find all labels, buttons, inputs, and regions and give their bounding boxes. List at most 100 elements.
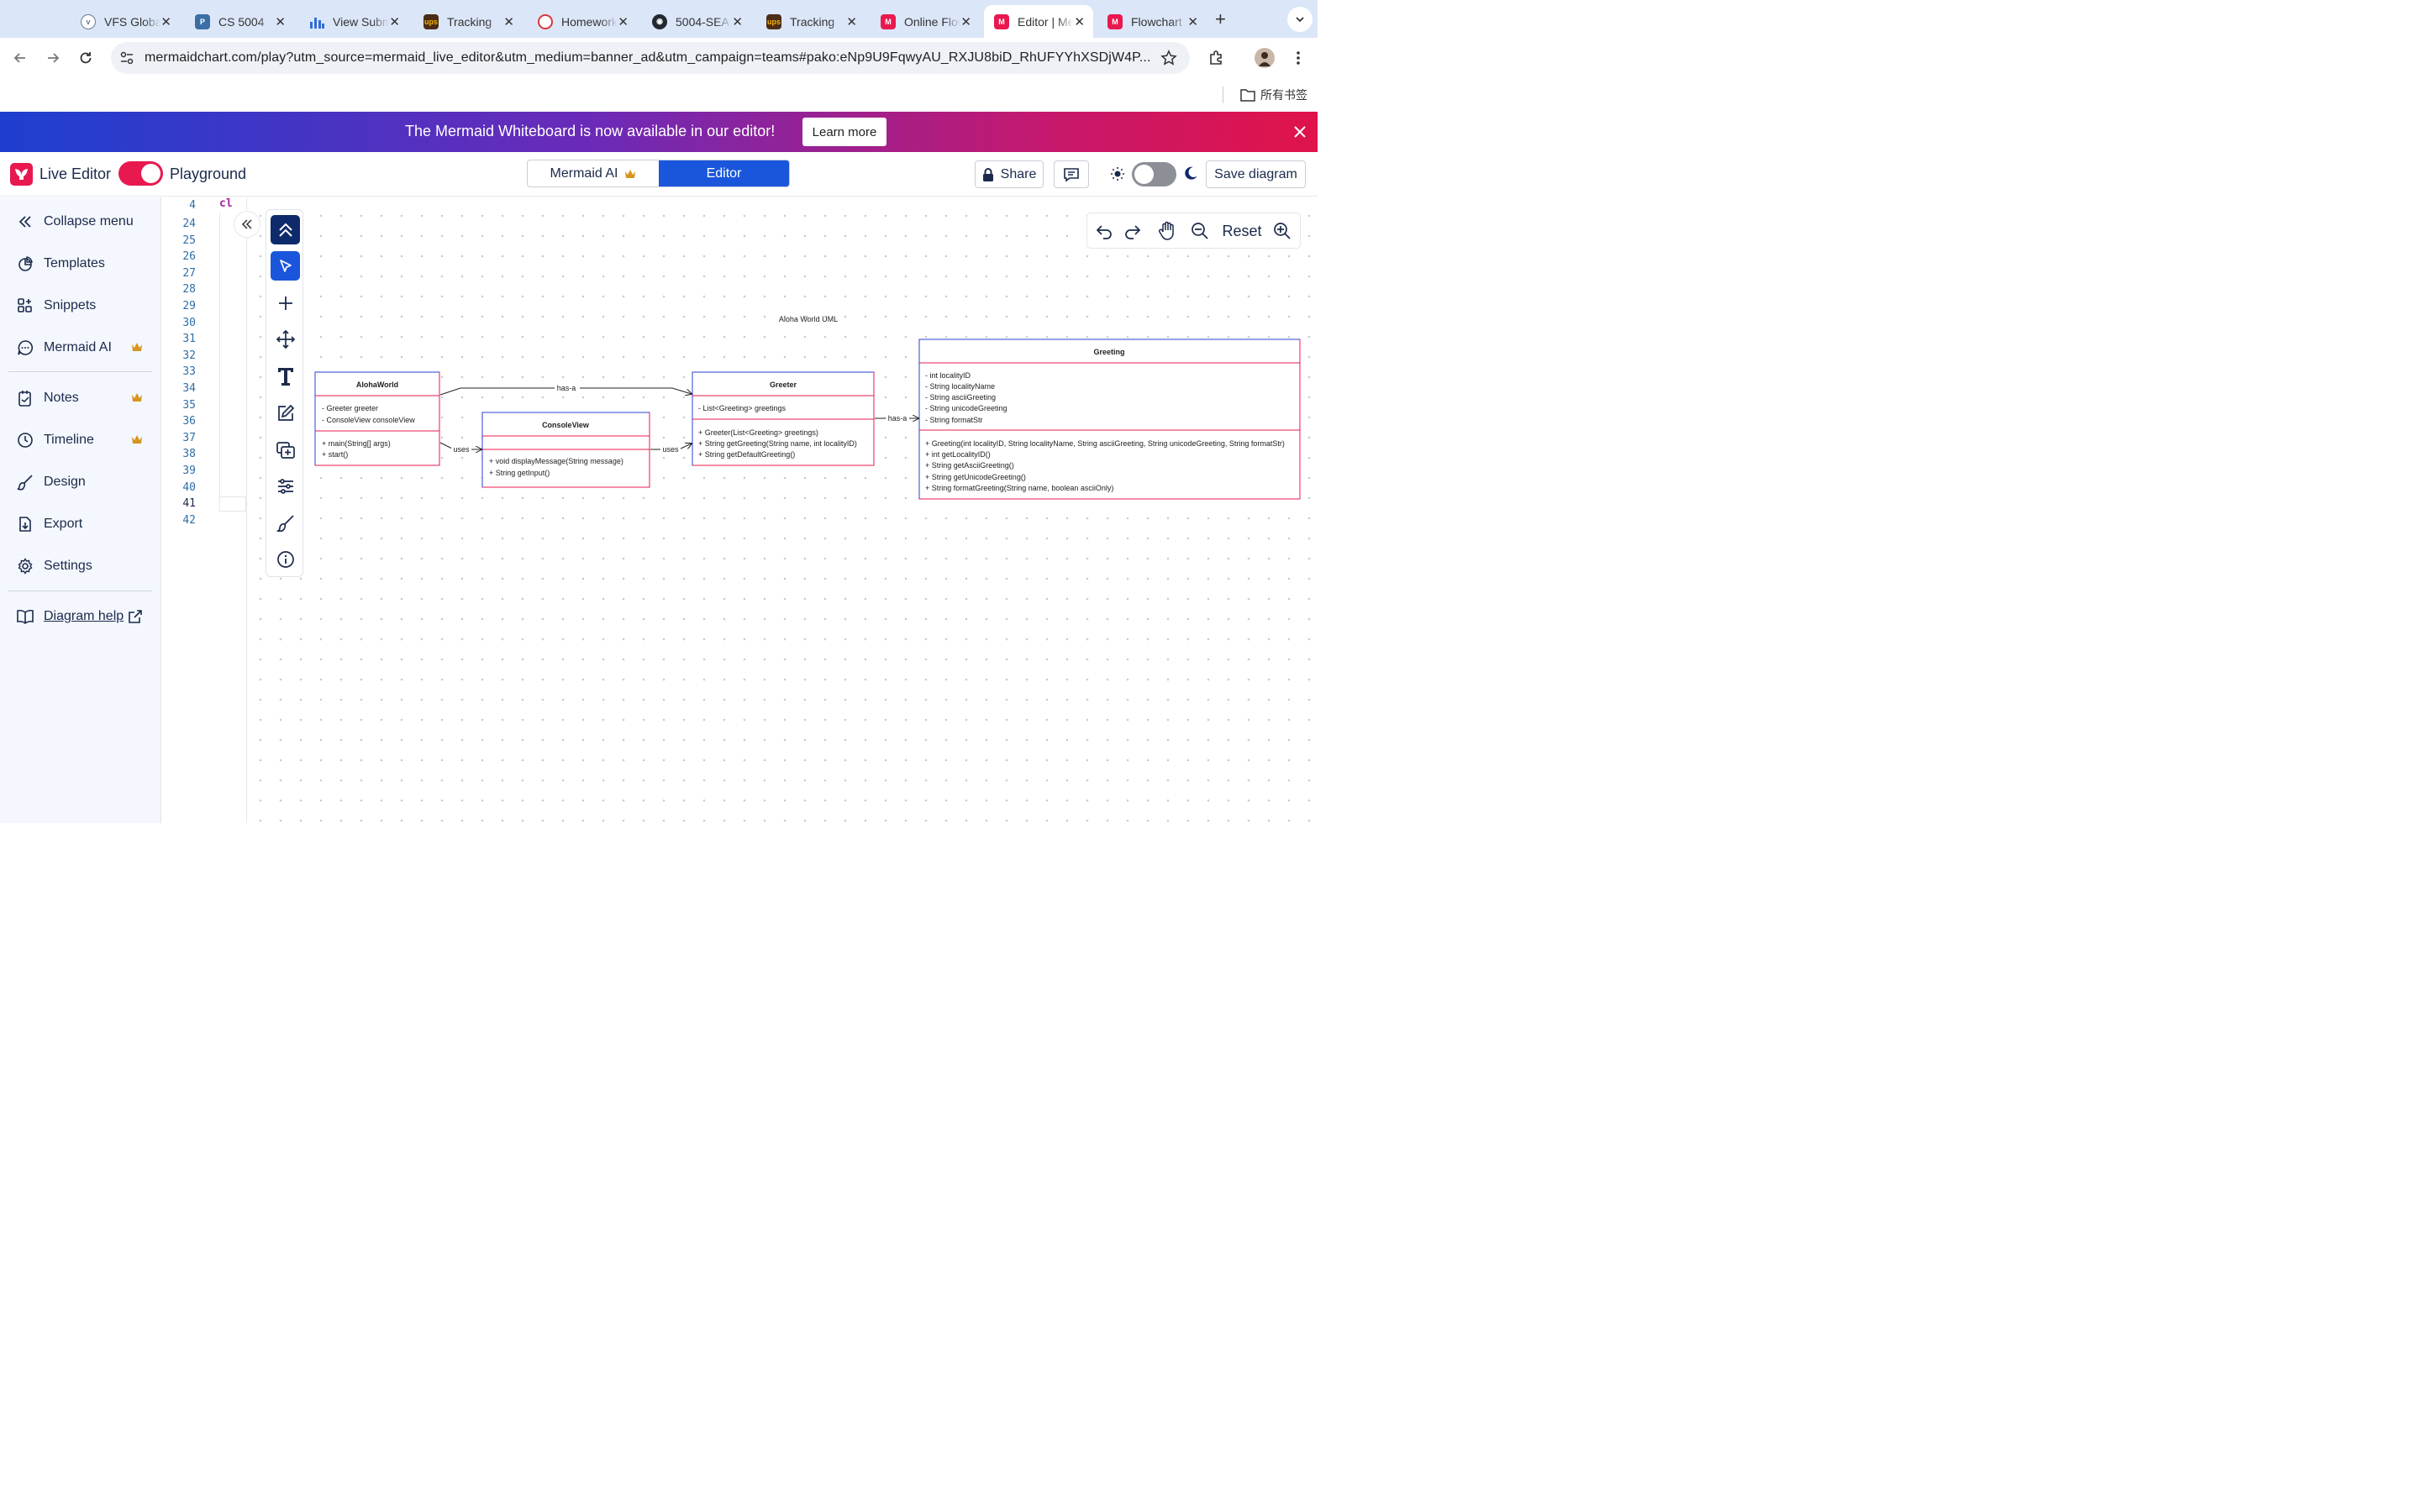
- text-tool[interactable]: [271, 361, 300, 391]
- vfs-icon: v: [81, 13, 96, 29]
- announcement-banner: The Mermaid Whiteboard is now available …: [0, 112, 1318, 152]
- browser-tab[interactable]: M Online Flowchart ✕: [871, 5, 980, 38]
- whiteboard-toolbar: [266, 209, 303, 577]
- close-icon[interactable]: ✕: [618, 14, 629, 29]
- sidebar-item-templates[interactable]: Templates: [17, 251, 151, 276]
- move-tool[interactable]: [271, 324, 300, 354]
- browser-tab[interactable]: v VFS Global ✕: [71, 5, 180, 38]
- diagram-canvas[interactable]: [247, 197, 1318, 823]
- brush-icon: [17, 475, 33, 491]
- playground-toggle[interactable]: [118, 161, 163, 186]
- close-icon[interactable]: ✕: [275, 14, 286, 29]
- select-tool[interactable]: [271, 251, 300, 281]
- zoom-out-button[interactable]: [1190, 221, 1210, 241]
- edit-tool[interactable]: [271, 398, 300, 428]
- new-tab-plus-icon[interactable]: +: [1215, 8, 1226, 30]
- close-icon[interactable]: ✕: [1074, 14, 1085, 29]
- close-icon[interactable]: ✕: [160, 14, 171, 29]
- code-editor[interactable]: 4 cl 24 25 26 27 28 29 30 31 32 33 34 35 36 37 38 39 40 4…: [162, 197, 247, 823]
- browser-tab[interactable]: ups Tracking ✕: [756, 5, 865, 38]
- sidebar-item-diagram-help[interactable]: Diagram help: [17, 604, 151, 629]
- comments-button[interactable]: [1054, 160, 1089, 188]
- mermaid-icon: M: [994, 13, 1009, 29]
- mermaid-logo-icon[interactable]: [10, 163, 33, 186]
- piazza-icon: P: [195, 13, 210, 29]
- address-bar[interactable]: mermaidchart.com/play?utm_source=mermaid…: [111, 42, 1190, 74]
- browser-tab[interactable]: Homework ✕: [528, 5, 637, 38]
- close-icon[interactable]: ✕: [846, 14, 857, 29]
- close-icon[interactable]: ✕: [960, 14, 971, 29]
- sun-icon: [1110, 166, 1125, 186]
- line-number: 26: [182, 250, 196, 264]
- line-number: 33: [182, 365, 196, 379]
- notes-icon: [18, 391, 31, 407]
- pan-button[interactable]: [1156, 221, 1178, 241]
- browser-tab[interactable]: M Flowchart ✕: [1097, 5, 1207, 38]
- browser-tab[interactable]: ◉ 5004-SEA ✕: [642, 5, 751, 38]
- browser-tab-active[interactable]: M Editor | Mermaid ✕: [984, 5, 1093, 38]
- sidebar-item-settings[interactable]: Settings: [17, 554, 151, 579]
- pencil-square-icon: [277, 404, 294, 421]
- info-tool[interactable]: [271, 544, 300, 574]
- code-line-text: cl: [219, 197, 233, 210]
- line-number: 24: [182, 218, 196, 230]
- close-icon[interactable]: ✕: [389, 14, 400, 29]
- sidebar-item-timeline[interactable]: Timeline: [17, 428, 151, 453]
- line-number: 36: [182, 415, 196, 428]
- close-icon[interactable]: ✕: [732, 14, 743, 29]
- back-arrow-icon[interactable]: [10, 48, 30, 68]
- site-settings-icon[interactable]: [119, 50, 134, 70]
- plus-icon: [278, 296, 292, 310]
- add-tool[interactable]: [271, 288, 300, 318]
- undo-button[interactable]: [1094, 221, 1114, 241]
- brush-tool[interactable]: [271, 508, 300, 538]
- tab-search-chevron-icon[interactable]: [1287, 7, 1313, 32]
- bookmark-star-icon[interactable]: [1160, 50, 1177, 71]
- all-bookmarks-button[interactable]: 所有书签: [1240, 87, 1307, 103]
- mermaid-icon: M: [1107, 13, 1123, 29]
- close-icon[interactable]: ✕: [503, 14, 514, 29]
- extensions-puzzle-icon[interactable]: [1206, 48, 1226, 68]
- sidebar-item-label: Templates: [44, 256, 105, 270]
- sidebar-item-label: Collapse menu: [44, 214, 134, 228]
- folder-icon: [1240, 89, 1255, 102]
- browser-tab[interactable]: P CS 5004 ✕: [185, 5, 294, 38]
- close-icon[interactable]: [1292, 124, 1307, 144]
- atom-icon: [538, 13, 553, 29]
- sidebar-item-export[interactable]: Export: [17, 512, 151, 537]
- collapse-toolbar-button[interactable]: [271, 215, 300, 244]
- add-node-tool[interactable]: [271, 435, 300, 465]
- redo-icon: [1125, 225, 1141, 239]
- line-number: 42: [182, 513, 196, 527]
- redo-button[interactable]: [1123, 221, 1143, 241]
- sidebar-item-notes[interactable]: Notes: [17, 386, 151, 411]
- browser-menu-icon[interactable]: [1288, 48, 1308, 68]
- sidebar-item-collapse-menu[interactable]: Collapse menu: [17, 209, 151, 234]
- forward-arrow-icon[interactable]: [43, 48, 63, 68]
- collapse-code-button[interactable]: [234, 211, 260, 238]
- zoom-in-button[interactable]: [1272, 221, 1292, 241]
- browser-tab[interactable]: View Submission ✕: [299, 5, 408, 38]
- ups-icon: ups: [766, 13, 781, 29]
- sidebar-item-label: Export: [44, 517, 83, 531]
- tab-editor[interactable]: Editor: [659, 160, 789, 186]
- share-button[interactable]: Share: [975, 160, 1044, 188]
- browser-tab[interactable]: ups Tracking ✕: [413, 5, 523, 38]
- learn-more-button[interactable]: Learn more: [802, 118, 886, 146]
- tab-mermaid-ai[interactable]: Mermaid AI: [528, 160, 659, 186]
- theme-toggle[interactable]: [1132, 162, 1176, 186]
- reset-zoom-button[interactable]: Reset: [1220, 221, 1264, 241]
- adjust-tool[interactable]: [271, 471, 300, 501]
- tab-title: 5004-SEA: [676, 14, 729, 29]
- move-arrows-icon: [276, 329, 295, 349]
- line-number: 30: [182, 316, 196, 329]
- line-number: 28: [182, 283, 196, 297]
- sidebar-item-design[interactable]: Design: [17, 470, 151, 495]
- save-diagram-button[interactable]: Save diagram: [1206, 160, 1306, 188]
- sidebar-item-snippets[interactable]: Snippets: [17, 293, 151, 318]
- profile-avatar[interactable]: [1255, 48, 1275, 68]
- reload-icon[interactable]: [76, 48, 96, 68]
- close-icon[interactable]: ✕: [1187, 14, 1198, 29]
- line-number: 29: [182, 300, 196, 312]
- sidebar-item-mermaid-ai[interactable]: Mermaid AI: [17, 335, 151, 360]
